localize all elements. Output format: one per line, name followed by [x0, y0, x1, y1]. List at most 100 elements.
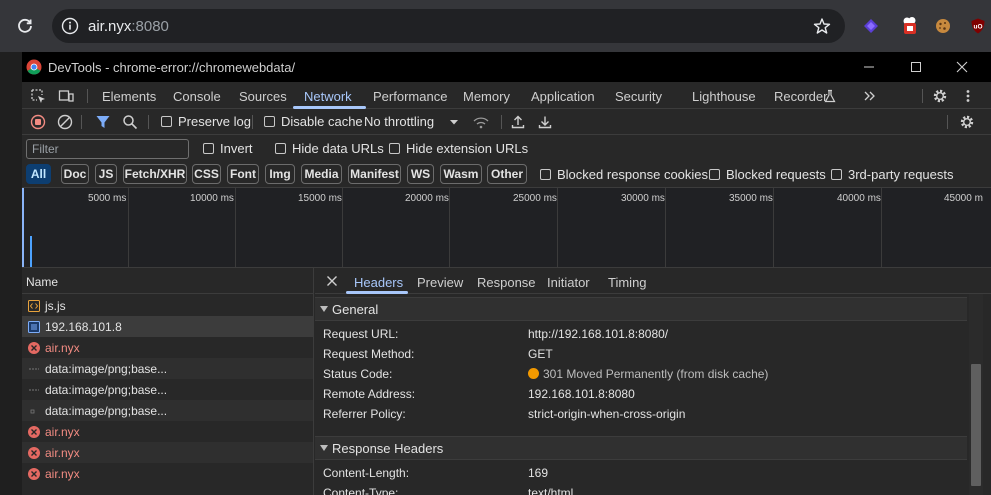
more-options-icon[interactable]: [959, 87, 977, 105]
bookmark-star-icon[interactable]: [813, 17, 831, 35]
overview-request-bar: [30, 236, 32, 267]
extension-popcorn-icon[interactable]: [900, 16, 920, 36]
tab-console[interactable]: Console: [173, 89, 221, 104]
filter-input[interactable]: Filter: [26, 139, 189, 159]
type-chip-fetch-xhr[interactable]: Fetch/XHR: [123, 164, 187, 184]
tab-preview[interactable]: Preview: [417, 275, 463, 290]
request-name: js.js: [45, 299, 66, 313]
search-icon[interactable]: [121, 113, 139, 131]
type-chip-ws[interactable]: WS: [407, 164, 434, 184]
clear-icon[interactable]: [56, 113, 74, 131]
extension-purple-icon[interactable]: [861, 16, 881, 36]
overview-tick-label: 10000 ms: [190, 193, 234, 204]
third-party-label: 3rd-party requests: [848, 167, 954, 182]
tab-elements[interactable]: Elements: [102, 89, 156, 104]
tab-lighthouse[interactable]: Lighthouse: [692, 89, 756, 104]
tab-network[interactable]: Network: [304, 89, 352, 104]
preserve-log-label: Preserve log: [178, 114, 251, 129]
request-row[interactable]: air.nyx: [22, 421, 313, 442]
hide-extension-urls-checkbox[interactable]: [389, 143, 400, 154]
export-har-icon[interactable]: [536, 113, 554, 131]
type-chip-css[interactable]: CSS: [192, 164, 221, 184]
minimize-icon[interactable]: [860, 58, 878, 76]
reload-icon[interactable]: [15, 16, 35, 36]
chrome-logo-icon: [26, 59, 42, 75]
tab-response[interactable]: Response: [477, 275, 536, 290]
request-name: air.nyx: [45, 425, 80, 439]
type-chip-media[interactable]: Media: [301, 164, 342, 184]
tab-sources[interactable]: Sources: [239, 89, 287, 104]
address-bar[interactable]: air.nyx:8080: [52, 9, 845, 43]
type-chip-font[interactable]: Font: [227, 164, 259, 184]
request-name: data:image/png;base...: [45, 383, 168, 397]
type-chip-doc[interactable]: Doc: [61, 164, 89, 184]
overview-gridline: [773, 188, 774, 267]
hide-extension-urls-label: Hide extension URLs: [406, 141, 529, 156]
network-settings-gear-icon[interactable]: [958, 113, 976, 131]
tab-recorder[interactable]: Recorder: [774, 89, 827, 104]
request-row[interactable]: data:image/png;base...: [22, 358, 313, 379]
request-row[interactable]: data:image/png;base...: [22, 400, 313, 421]
blocked-response-cookies-checkbox[interactable]: [540, 169, 551, 180]
site-info-icon[interactable]: [61, 17, 79, 35]
collapse-caret-icon: [320, 306, 328, 312]
preserve-log-checkbox[interactable]: [161, 116, 172, 127]
type-chip-manifest[interactable]: Manifest: [348, 164, 401, 184]
close-details-icon[interactable]: [325, 274, 339, 288]
dropdown-caret-icon[interactable]: [445, 113, 463, 131]
more-tabs-chevron-icon[interactable]: [861, 87, 879, 105]
maximize-icon[interactable]: [907, 58, 925, 76]
response-headers-section-header[interactable]: Response Headers: [315, 436, 967, 460]
tab-memory[interactable]: Memory: [463, 89, 510, 104]
overview-left-handle[interactable]: [22, 188, 24, 267]
divider: [947, 115, 948, 129]
error-icon: [28, 447, 40, 459]
tab-headers[interactable]: Headers: [354, 275, 403, 290]
request-row[interactable]: air.nyx: [22, 463, 313, 484]
blocked-requests-checkbox[interactable]: [709, 169, 720, 180]
request-row-selected[interactable]: 192.168.101.8: [22, 316, 313, 337]
invert-checkbox[interactable]: [203, 143, 214, 154]
stop-recording-icon[interactable]: [29, 113, 47, 131]
type-chip-all[interactable]: All: [26, 164, 51, 184]
throttling-select[interactable]: No throttling: [364, 114, 434, 129]
tab-performance[interactable]: Performance: [373, 89, 447, 104]
device-toolbar-icon[interactable]: [57, 87, 75, 105]
extension-ublock-icon[interactable]: uO: [968, 16, 988, 36]
filter-funnel-icon[interactable]: [94, 113, 112, 131]
type-chip-js[interactable]: JS: [95, 164, 117, 184]
request-details-pane: Headers Preview Response Initiator Timin…: [315, 268, 991, 495]
header-value: http://192.168.101.8:8080/: [528, 327, 669, 341]
status-code-value: 301 Moved Permanently (from disk cache): [528, 367, 768, 381]
general-section-header[interactable]: General: [315, 297, 967, 321]
type-chip-other[interactable]: Other: [487, 164, 527, 184]
request-row[interactable]: air.nyx: [22, 337, 313, 358]
disable-cache-checkbox[interactable]: [264, 116, 275, 127]
third-party-checkbox[interactable]: [831, 169, 842, 180]
tab-timing[interactable]: Timing: [608, 275, 647, 290]
settings-gear-icon[interactable]: [931, 87, 949, 105]
request-row[interactable]: js.js: [22, 295, 313, 316]
network-toolbar: Preserve log Disable cache No throttling: [22, 109, 991, 135]
tab-security[interactable]: Security: [615, 89, 662, 104]
hide-data-urls-checkbox[interactable]: [275, 143, 286, 154]
network-conditions-icon[interactable]: [472, 113, 490, 131]
extension-cookie-icon[interactable]: [933, 16, 953, 36]
inspect-element-icon[interactable]: [29, 87, 47, 105]
header-value: strict-origin-when-cross-origin: [528, 407, 686, 421]
request-row[interactable]: data:image/png;base...: [22, 379, 313, 400]
type-chip-wasm[interactable]: Wasm: [440, 164, 482, 184]
tab-application[interactable]: Application: [531, 89, 595, 104]
overview-gridline: [449, 188, 450, 267]
type-chip-img[interactable]: Img: [265, 164, 295, 184]
header-key: Content-Length:: [323, 466, 410, 480]
import-har-icon[interactable]: [509, 113, 527, 131]
resource-type-filters: All Doc JS Fetch/XHR CSS Font Img Media …: [22, 162, 991, 187]
tab-initiator[interactable]: Initiator: [547, 275, 590, 290]
request-row[interactable]: air.nyx: [22, 442, 313, 463]
name-column-header[interactable]: Name: [22, 268, 313, 294]
close-window-icon[interactable]: [953, 58, 971, 76]
network-overview-timeline[interactable]: 5000 ms 10000 ms 15000 ms 20000 ms 25000…: [22, 187, 991, 268]
status-warning-icon: [528, 368, 539, 379]
details-scrollbar-thumb[interactable]: [971, 364, 981, 486]
